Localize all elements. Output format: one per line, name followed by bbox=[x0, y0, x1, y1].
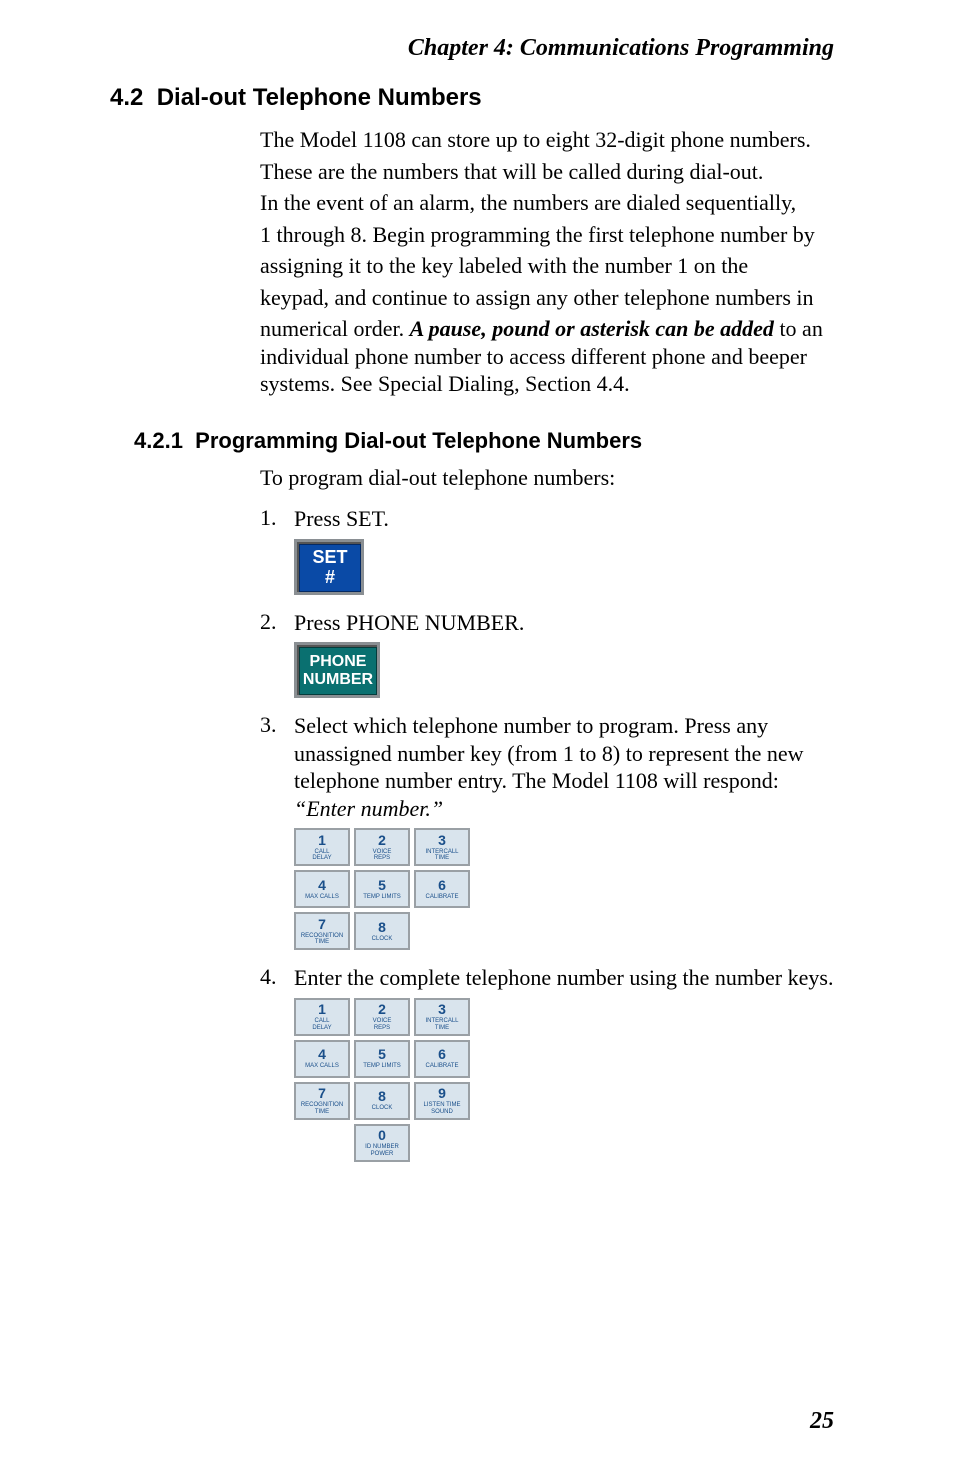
numkey-4-icon: 4MAX CALLS bbox=[294, 1040, 350, 1078]
numkey-1-icon: 1CALLDELAY bbox=[294, 998, 350, 1036]
section-4-2-1-heading: 4.2.1 Programming Dial-out Telephone Num… bbox=[134, 428, 834, 454]
numkey-0-icon: 0ID NUMBERPOWER bbox=[354, 1124, 410, 1162]
numkey-8-icon: 8CLOCK bbox=[354, 1082, 410, 1120]
intro-text: To program dial-out telephone numbers: bbox=[260, 464, 834, 492]
phone-number-key-figure: PHONE NUMBER bbox=[294, 642, 834, 698]
body-line: 1 through 8. Begin programming the first… bbox=[260, 221, 834, 249]
subsection-number: 4.2.1 bbox=[134, 428, 183, 453]
step-text: Press SET. bbox=[294, 505, 834, 533]
step-2: 2. Press PHONE NUMBER. bbox=[260, 609, 834, 637]
phone-key-line1: PHONE bbox=[310, 653, 367, 671]
pause-phrase: A pause, pound or asterisk can be added bbox=[410, 316, 774, 341]
numkey-3-icon: 3INTERCALLTIME bbox=[414, 828, 470, 866]
set-key-line1: SET bbox=[312, 548, 347, 568]
step-1: 1. Press SET. bbox=[260, 505, 834, 533]
step-number: 3. bbox=[260, 712, 294, 822]
step-3-text: Select which telephone number to program… bbox=[294, 713, 804, 793]
set-key-line2: # bbox=[325, 568, 335, 588]
section-number: 4.2 bbox=[110, 84, 143, 111]
body-line: keypad, and continue to assign any other… bbox=[260, 284, 834, 312]
step-number: 2. bbox=[260, 609, 294, 637]
section-4-2-1-intro: To program dial-out telephone numbers: bbox=[260, 464, 834, 492]
step-4: 4. Enter the complete telephone number u… bbox=[260, 964, 834, 992]
numkey-5-icon: 5TEMP LIMITS bbox=[354, 870, 410, 908]
step-number: 4. bbox=[260, 964, 294, 992]
subsection-title: Programming Dial-out Telephone Numbers bbox=[195, 428, 642, 453]
body-line: assigning it to the key labeled with the… bbox=[260, 252, 834, 280]
step-number: 1. bbox=[260, 505, 294, 533]
phone-key-line2: NUMBER bbox=[303, 671, 373, 689]
body-line: numerical order. A pause, pound or aster… bbox=[260, 315, 834, 398]
numkey-5-icon: 5TEMP LIMITS bbox=[354, 1040, 410, 1078]
body-line: These are the numbers that will be calle… bbox=[260, 158, 834, 186]
numkey-9-icon: 9LISTEN TIMESOUND bbox=[414, 1082, 470, 1120]
page-number: 25 bbox=[810, 1408, 834, 1435]
numkey-3-icon: 3INTERCALLTIME bbox=[414, 998, 470, 1036]
step-3-italic: “Enter number.” bbox=[294, 796, 443, 821]
numkey-1-icon: 1CALLDELAY bbox=[294, 828, 350, 866]
chapter-header: Chapter 4: Communications Programming bbox=[110, 35, 834, 62]
numkey-2-icon: 2VOICEREPS bbox=[354, 998, 410, 1036]
section-4-2-heading: 4.2 Dial-out Telephone Numbers bbox=[110, 84, 834, 112]
numkey-7-icon: 7RECOGNITIONTIME bbox=[294, 912, 350, 950]
body-line: In the event of an alarm, the numbers ar… bbox=[260, 189, 834, 217]
step-3: 3. Select which telephone number to prog… bbox=[260, 712, 834, 822]
numkey-6-icon: 6CALIBRATE bbox=[414, 870, 470, 908]
numkey-7-icon: 7RECOGNITIONTIME bbox=[294, 1082, 350, 1120]
set-key-figure: SET # bbox=[294, 539, 834, 595]
numkey-8-icon: 8CLOCK bbox=[354, 912, 410, 950]
phone-number-key-icon: PHONE NUMBER bbox=[294, 642, 380, 698]
section-title: Dial-out Telephone Numbers bbox=[157, 84, 482, 111]
body-line: The Model 1108 can store up to eight 32-… bbox=[260, 126, 834, 154]
step-text: Press PHONE NUMBER. bbox=[294, 609, 834, 637]
numpad-full-figure: 1CALLDELAY 2VOICEREPS 3INTERCALLTIME 4MA… bbox=[294, 998, 834, 1162]
numkey-6-icon: 6CALIBRATE bbox=[414, 1040, 470, 1078]
body-fragment: numerical order. bbox=[260, 316, 410, 341]
numkey-2-icon: 2VOICEREPS bbox=[354, 828, 410, 866]
set-key-icon: SET # bbox=[294, 539, 364, 595]
numkey-4-icon: 4MAX CALLS bbox=[294, 870, 350, 908]
numpad-1-to-8-figure: 1CALLDELAY 2VOICEREPS 3INTERCALLTIME 4MA… bbox=[294, 828, 834, 950]
section-4-2-body: The Model 1108 can store up to eight 32-… bbox=[260, 126, 834, 398]
step-text: Enter the complete telephone number usin… bbox=[294, 964, 834, 992]
step-text: Select which telephone number to program… bbox=[294, 712, 834, 822]
